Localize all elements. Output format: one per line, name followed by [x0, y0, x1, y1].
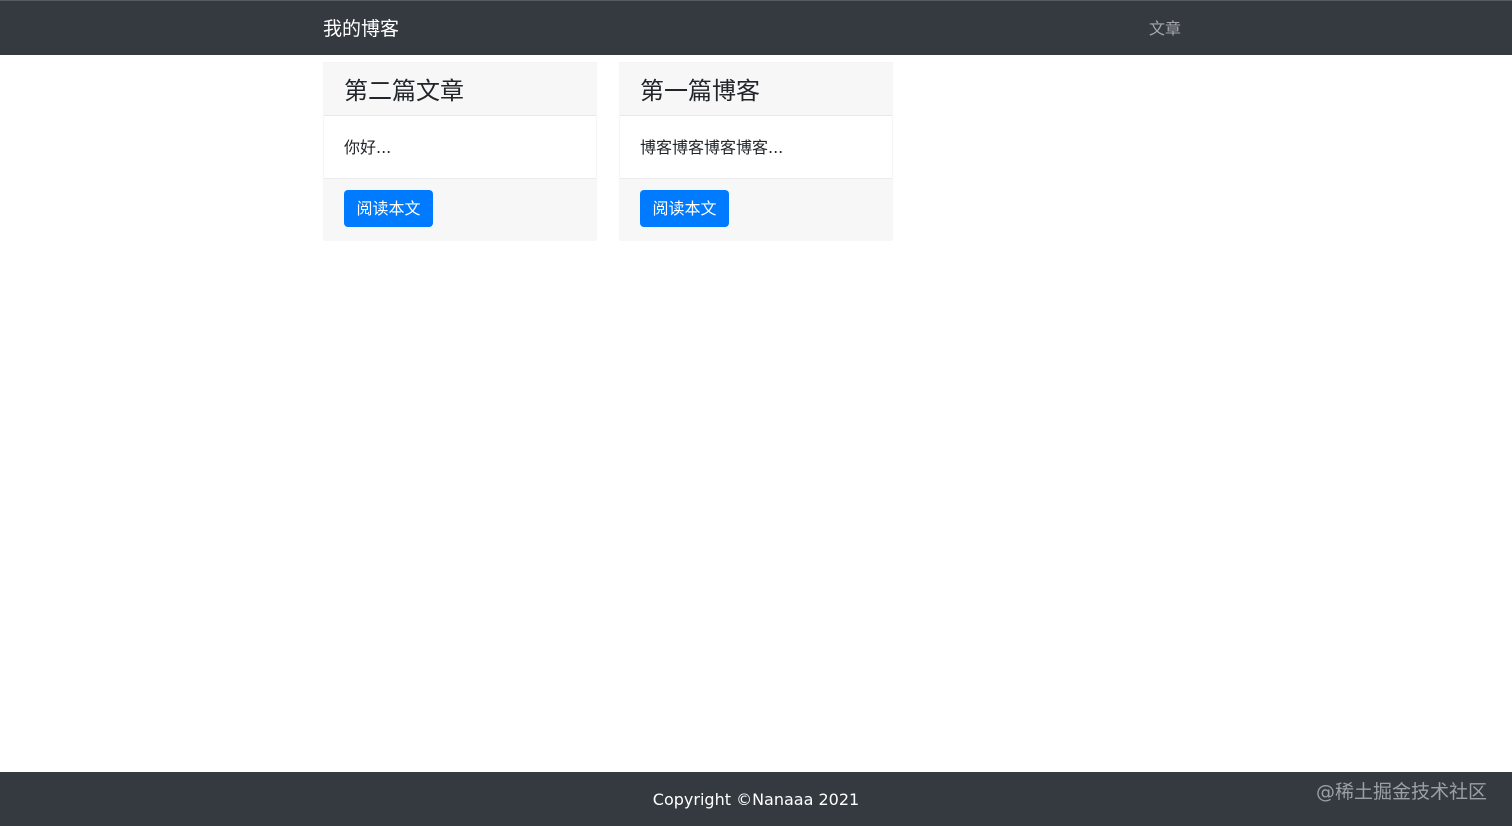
card-footer: 阅读本文	[324, 179, 596, 241]
post-excerpt: 博客博客博客博客...	[640, 138, 784, 157]
nav-link-articles[interactable]: 文章	[1149, 18, 1181, 40]
post-title: 第一篇博客	[640, 77, 760, 105]
post-card: 第二篇文章 你好... 阅读本文	[323, 62, 597, 241]
card-header: 第一篇博客	[620, 63, 892, 116]
post-card: 第一篇博客 博客博客博客博客... 阅读本文	[619, 62, 893, 241]
watermark-text: @稀土掘金技术社区	[1315, 781, 1487, 803]
brand-link[interactable]: 我的博客	[323, 16, 399, 42]
card-header: 第二篇文章	[324, 63, 596, 116]
read-post-button[interactable]: 阅读本文	[344, 190, 433, 227]
card-body: 你好...	[324, 116, 596, 179]
read-post-button[interactable]: 阅读本文	[640, 190, 729, 227]
post-excerpt: 你好...	[344, 138, 392, 157]
page-footer: Copyright ©Nanaaa 2021 @稀土掘金技术社区	[0, 772, 1512, 826]
copyright-text: Copyright ©Nanaaa 2021	[652, 790, 860, 809]
top-navbar: 我的博客 文章	[0, 0, 1512, 55]
card-body: 博客博客博客博客...	[620, 116, 892, 179]
post-title: 第二篇文章	[344, 77, 464, 105]
card-footer: 阅读本文	[620, 179, 892, 241]
